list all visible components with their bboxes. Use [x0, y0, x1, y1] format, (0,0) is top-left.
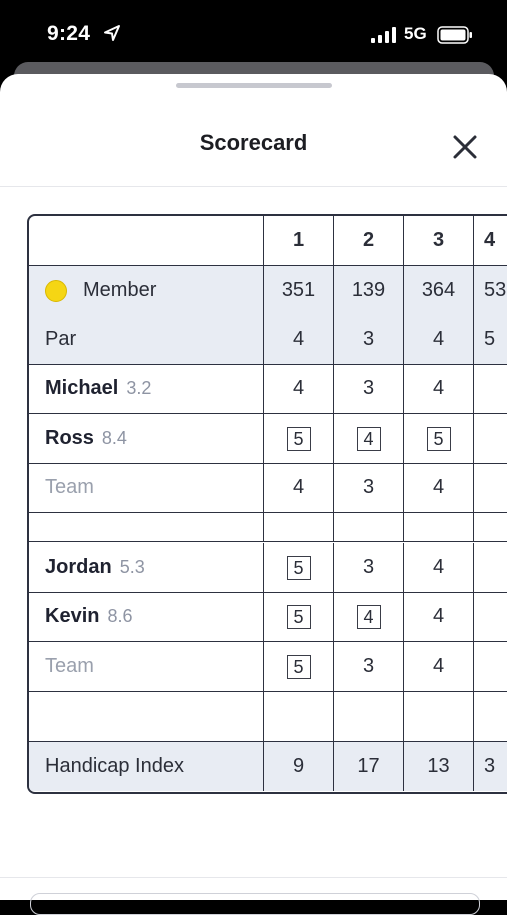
- score-cell[interactable]: 4: [333, 592, 403, 641]
- location-arrow-icon: [104, 25, 120, 41]
- score-cell[interactable]: 4: [263, 364, 333, 413]
- player-handicap: 5.3: [119, 557, 145, 577]
- header-divider: [0, 186, 507, 187]
- bogey-score: 5: [286, 654, 311, 679]
- member-label-cell: Member: [45, 266, 156, 315]
- hole-header-row: 1 2 3 4: [29, 216, 507, 266]
- close-icon[interactable]: [448, 130, 482, 164]
- par-label: Par: [45, 328, 77, 350]
- member-label: Member: [83, 279, 157, 301]
- battery-icon: [437, 26, 472, 44]
- team-label: Team: [45, 655, 94, 677]
- hole-number: 4: [473, 216, 507, 265]
- player-label: Jordan 5.3: [45, 543, 145, 592]
- par-row: Par 4 3 4 5: [29, 315, 507, 365]
- yardage-cell: 139: [333, 266, 403, 315]
- team-row: Team 5 3 4: [29, 642, 507, 692]
- handicap-index-cell: 3: [473, 742, 507, 791]
- bogey-score: 5: [286, 426, 311, 451]
- team-score-cell: 4: [403, 642, 473, 691]
- cellular-signal-icon: [371, 27, 396, 43]
- handicap-index-cell: 17: [333, 742, 403, 791]
- score-cell[interactable]: 4: [403, 364, 473, 413]
- hole-number: 2: [333, 216, 403, 265]
- team-score-cell: 5: [263, 642, 333, 691]
- team-score-cell: 3: [333, 463, 403, 512]
- yardage-cell: 364: [403, 266, 473, 315]
- player-name: Jordan: [45, 556, 112, 578]
- score-cell[interactable]: [473, 414, 507, 463]
- score-cell[interactable]: 4: [403, 543, 473, 592]
- handicap-index-label: Handicap Index: [45, 755, 184, 777]
- player-row[interactable]: Kevin 8.6 5 4 4: [29, 592, 507, 642]
- yardage-cell: 351: [263, 266, 333, 315]
- team-label: Team: [45, 476, 94, 498]
- score-cell[interactable]: 5: [263, 414, 333, 463]
- bogey-score: 5: [426, 426, 451, 451]
- player-row[interactable]: Ross 8.4 5 4 5: [29, 414, 507, 464]
- handicap-index-cell: 13: [403, 742, 473, 791]
- handicap-index-row: Handicap Index 9 17 13 3: [29, 742, 507, 791]
- empty-row: [29, 692, 507, 742]
- player-handicap: 8.4: [101, 428, 127, 448]
- player-row[interactable]: Jordan 5.3 5 3 4: [29, 543, 507, 593]
- score-cell[interactable]: 3: [333, 364, 403, 413]
- footer-button-edge[interactable]: [30, 893, 480, 915]
- team-score-cell: 4: [263, 463, 333, 512]
- bogey-score: 5: [286, 555, 311, 580]
- bogey-score: 4: [356, 426, 381, 451]
- team-score-cell: [473, 463, 507, 512]
- par-cell: 3: [333, 315, 403, 364]
- status-time: 9:24: [47, 22, 91, 45]
- footer-divider: [0, 877, 507, 878]
- team-row: Team 4 3 4: [29, 463, 507, 513]
- team-score-cell: 3: [333, 642, 403, 691]
- bogey-score: 4: [356, 604, 381, 629]
- player-label: Kevin 8.6: [45, 592, 133, 641]
- score-cell[interactable]: [473, 543, 507, 592]
- team-score-cell: 4: [403, 463, 473, 512]
- yardage-cell: 53: [473, 266, 507, 315]
- network-type: 5G: [404, 24, 427, 43]
- player-handicap: 8.6: [107, 606, 133, 626]
- player-label: Ross 8.4: [45, 414, 127, 463]
- score-cell[interactable]: [473, 364, 507, 413]
- sheet-title: Scorecard: [199, 130, 308, 155]
- spacer-row: [29, 513, 507, 542]
- tee-color-dot: [45, 279, 67, 302]
- player-handicap: 3.2: [126, 378, 152, 398]
- score-cell[interactable]: 4: [403, 592, 473, 641]
- player-row[interactable]: Michael 3.2 4 3 4: [29, 364, 507, 414]
- score-cell[interactable]: [473, 592, 507, 641]
- score-cell[interactable]: 5: [263, 592, 333, 641]
- score-cell[interactable]: 5: [403, 414, 473, 463]
- score-cell[interactable]: 5: [263, 543, 333, 592]
- score-cell[interactable]: 3: [333, 543, 403, 592]
- hole-number: 1: [263, 216, 333, 265]
- scorecard-sheet: Scorecard 1 2 3 4 Member 351 139 364 53 …: [0, 74, 507, 900]
- bogey-score: 5: [286, 604, 311, 629]
- par-cell: 4: [403, 315, 473, 364]
- member-yardage-row: Member 351 139 364 53: [29, 266, 507, 316]
- par-cell: 5: [473, 315, 507, 364]
- hole-number: 3: [403, 216, 473, 265]
- scorecard-table: 1 2 3 4 Member 351 139 364 53 Par 4 3 4 …: [27, 214, 507, 794]
- player-label: Michael 3.2: [45, 364, 151, 413]
- status-bar: 9:24 5G: [0, 0, 507, 62]
- player-name: Ross: [45, 427, 94, 449]
- sheet-grabber[interactable]: [176, 83, 332, 88]
- score-cell[interactable]: 4: [333, 414, 403, 463]
- player-name: Kevin: [45, 605, 100, 627]
- handicap-index-cell: 9: [263, 742, 333, 791]
- team-score-cell: [473, 642, 507, 691]
- player-name: Michael: [45, 377, 119, 399]
- par-cell: 4: [263, 315, 333, 364]
